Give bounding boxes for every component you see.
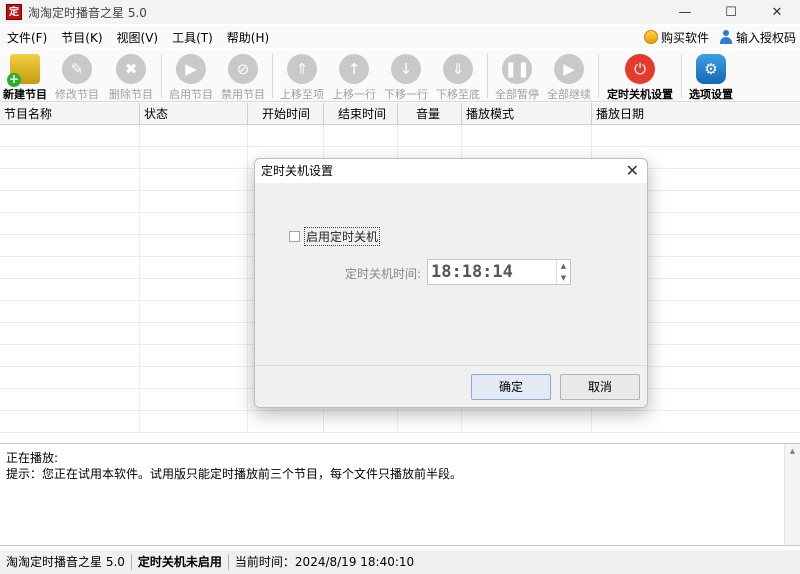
time-spinner[interactable]: ▲ ▼ <box>556 260 570 284</box>
dialog-close-icon[interactable]: ✕ <box>626 161 639 180</box>
dialog-footer: 确定 取消 <box>255 365 647 407</box>
shutdown-time-input[interactable]: 18:18:14 ▲ ▼ <box>427 259 571 285</box>
modal-overlay: 定时关机设置 ✕ 启用定时关机 定时关机时间: 18:18:14 ▲ ▼ 确定 … <box>0 0 800 574</box>
enable-shutdown-label[interactable]: 启用定时关机 <box>304 227 381 246</box>
enable-shutdown-checkbox-row[interactable]: 启用定时关机 <box>289 227 381 246</box>
shutdown-time-label: 定时关机时间: <box>345 267 422 281</box>
dialog-title: 定时关机设置 <box>261 164 334 178</box>
spin-up-icon[interactable]: ▲ <box>557 260 570 272</box>
shutdown-settings-dialog: 定时关机设置 ✕ 启用定时关机 定时关机时间: 18:18:14 ▲ ▼ 确定 … <box>254 158 648 408</box>
spin-down-icon[interactable]: ▼ <box>557 272 570 284</box>
dialog-body: 启用定时关机 定时关机时间: 18:18:14 ▲ ▼ <box>255 183 647 365</box>
ok-button[interactable]: 确定 <box>471 374 551 400</box>
cancel-button[interactable]: 取消 <box>560 374 640 400</box>
enable-shutdown-checkbox[interactable] <box>289 231 300 242</box>
shutdown-time-value[interactable]: 18:18:14 <box>431 262 513 282</box>
